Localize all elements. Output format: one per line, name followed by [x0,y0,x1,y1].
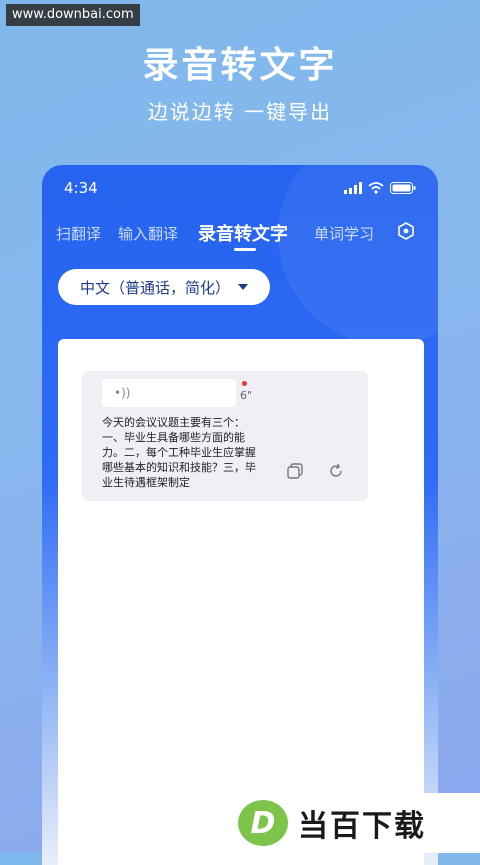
brand-logo-letter: D [250,805,276,841]
status-time: 4:34 [64,179,98,197]
footer-brand: D 当百下载 [232,793,480,853]
chevron-down-icon [238,284,249,290]
hero-subtitle: 边说边转 一键导出 [147,100,333,124]
brand-name: 当百下载 [298,809,426,844]
audio-duration: 6" [240,389,253,402]
tab-voice-to-text[interactable]: 录音转文字 [198,220,288,246]
hero-title: 录音转文字 [142,45,338,86]
status-bar: 4:34 [64,177,416,199]
phone-screen: 4:34 扫翻译 输入翻译 录音转文字 单词学习 中文（普通话，简化） •)) … [42,165,438,865]
refresh-icon[interactable] [328,463,344,479]
status-icons [344,182,416,194]
settings-icon[interactable] [397,222,415,240]
language-selector-value: 中文（普通话，简化） [80,278,231,297]
record-card[interactable]: •)) 6" 今天的会议议题主要有三个：一、毕业生具备哪些方面的能力。二，每个工… [82,371,368,501]
tab-scan-translate[interactable]: 扫翻译 [56,223,101,244]
battery-icon [390,182,416,194]
brand-logo: D [238,800,288,846]
transcript-text: 今天的会议议题主要有三个：一、毕业生具备哪些方面的能力。二，每个工种毕业生应掌握… [102,416,256,489]
active-tab-indicator [234,248,256,251]
wifi-icon [368,182,384,194]
audio-wave-icon: •)) [114,386,131,400]
tab-word-study[interactable]: 单词学习 [314,223,374,244]
watermark: www.downbai.com [6,4,140,26]
audio-play-bubble[interactable]: •)) [102,379,236,407]
signal-icon [344,182,362,194]
copy-icon[interactable] [287,463,303,479]
language-selector[interactable]: 中文（普通话，简化） [58,269,270,305]
tab-input-translate[interactable]: 输入翻译 [118,223,178,244]
unread-dot [242,381,247,386]
transcript-panel: •)) 6" 今天的会议议题主要有三个：一、毕业生具备哪些方面的能力。二，每个工… [58,339,424,865]
